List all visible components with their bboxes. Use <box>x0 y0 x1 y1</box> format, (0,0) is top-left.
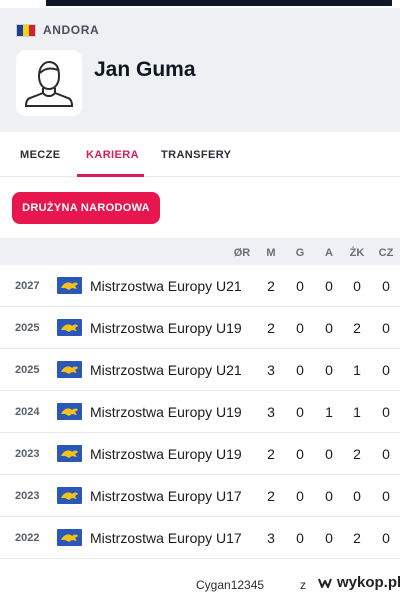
stat-red-cards: 0 <box>382 446 390 462</box>
season-year: 2025 <box>15 322 40 334</box>
stat-goals: 0 <box>296 446 304 462</box>
table-row[interactable]: 2025 Mistrzostwa Europy U21 3 0 0 1 0 <box>0 349 400 391</box>
competition-name[interactable]: Mistrzostwa Europy U17 <box>90 530 244 546</box>
career-table-header: ØR M G A ŻK CZ <box>0 238 400 265</box>
stat-goals: 0 <box>296 404 304 420</box>
player-name: Jan Guma <box>94 58 196 81</box>
stat-matches: 2 <box>267 320 275 336</box>
table-row[interactable]: 2022 Mistrzostwa Europy U17 3 0 0 2 0 <box>0 517 400 559</box>
table-row[interactable]: 2027 Mistrzostwa Europy U21 2 0 0 0 0 <box>0 265 400 307</box>
euro-competition-logo-icon <box>57 403 82 420</box>
euro-competition-logo-icon <box>57 487 82 504</box>
stat-goals: 0 <box>296 488 304 504</box>
andorra-flag-icon <box>16 23 36 37</box>
top-bar <box>0 0 400 8</box>
header-matches[interactable]: M <box>261 247 281 259</box>
stat-red-cards: 0 <box>382 404 390 420</box>
stat-yellow-cards: 2 <box>353 530 361 546</box>
stat-matches: 2 <box>267 446 275 462</box>
season-year: 2023 <box>15 448 40 460</box>
header-yellow-cards[interactable]: ŻK <box>347 247 367 259</box>
stat-assists: 0 <box>325 320 333 336</box>
stat-yellow-cards: 2 <box>353 320 361 336</box>
stat-red-cards: 0 <box>382 278 390 294</box>
competition-name[interactable]: Mistrzostwa Europy U19 <box>90 320 244 336</box>
competition-name[interactable]: Mistrzostwa Europy U19 <box>90 446 244 462</box>
stat-goals: 0 <box>296 320 304 336</box>
header-goals[interactable]: G <box>290 247 310 259</box>
wykop-logo-icon <box>318 578 332 588</box>
stat-matches: 2 <box>267 278 275 294</box>
stat-assists: 0 <box>325 362 333 378</box>
euro-competition-logo-icon <box>57 529 82 546</box>
table-row[interactable]: 2024 Mistrzostwa Europy U19 3 0 1 1 0 <box>0 391 400 433</box>
stat-goals: 0 <box>296 362 304 378</box>
national-team-filter-button[interactable]: DRUŻYNA NARODOWA <box>12 192 160 224</box>
stat-matches: 3 <box>267 362 275 378</box>
watermark-username: Cygan12345 <box>196 578 265 592</box>
stat-assists: 1 <box>325 404 333 420</box>
header-assists[interactable]: A <box>319 247 339 259</box>
stat-assists: 0 <box>325 488 333 504</box>
header-red-cards[interactable]: CZ <box>376 247 396 259</box>
stat-yellow-cards: 1 <box>353 404 361 420</box>
avatar <box>16 50 82 116</box>
player-header: ANDORA Jan Guma <box>0 8 400 132</box>
stat-red-cards: 0 <box>382 320 390 336</box>
watermark-footer: Cygan12345 z wykop.pl <box>0 568 400 596</box>
header-rating[interactable]: ØR <box>232 247 252 259</box>
table-row[interactable]: 2025 Mistrzostwa Europy U19 2 0 0 2 0 <box>0 307 400 349</box>
stat-goals: 0 <box>296 530 304 546</box>
country-link[interactable]: ANDORA <box>16 22 99 38</box>
country-name: ANDORA <box>43 23 100 37</box>
watermark-separator: z <box>300 578 306 592</box>
stat-matches: 2 <box>267 488 275 504</box>
tab-transfery[interactable]: TRANSFERY <box>161 149 231 161</box>
stat-yellow-cards: 0 <box>353 488 361 504</box>
stat-red-cards: 0 <box>382 530 390 546</box>
season-year: 2027 <box>15 280 40 292</box>
person-placeholder-icon <box>24 60 74 107</box>
stat-assists: 0 <box>325 278 333 294</box>
stat-matches: 3 <box>267 530 275 546</box>
euro-competition-logo-icon <box>57 277 82 294</box>
stat-red-cards: 0 <box>382 362 390 378</box>
euro-competition-logo-icon <box>57 445 82 462</box>
competition-name[interactable]: Mistrzostwa Europy U21 <box>90 278 244 294</box>
stat-yellow-cards: 0 <box>353 278 361 294</box>
competition-name[interactable]: Mistrzostwa Europy U21 <box>90 362 244 378</box>
wykop-logo-text: wykop.pl <box>337 574 400 591</box>
stat-matches: 3 <box>267 404 275 420</box>
tab-mecze[interactable]: MECZE <box>20 149 61 161</box>
stat-yellow-cards: 2 <box>353 446 361 462</box>
competition-name[interactable]: Mistrzostwa Europy U17 <box>90 488 244 504</box>
tab-bar: MECZE KARIERA TRANSFERY <box>0 132 400 177</box>
competition-name[interactable]: Mistrzostwa Europy U19 <box>90 404 244 420</box>
stat-red-cards: 0 <box>382 488 390 504</box>
stat-assists: 0 <box>325 530 333 546</box>
browser-bar-fragment <box>46 0 392 6</box>
season-year: 2024 <box>15 406 40 418</box>
table-row[interactable]: 2023 Mistrzostwa Europy U19 2 0 0 2 0 <box>0 433 400 475</box>
season-year: 2023 <box>15 490 40 502</box>
wykop-logo: wykop.pl <box>317 574 400 591</box>
stat-yellow-cards: 1 <box>353 362 361 378</box>
season-year: 2022 <box>15 532 40 544</box>
season-year: 2025 <box>15 364 40 376</box>
stat-goals: 0 <box>296 278 304 294</box>
tab-kariera[interactable]: KARIERA <box>86 149 139 161</box>
stat-assists: 0 <box>325 446 333 462</box>
active-tab-indicator <box>77 174 144 177</box>
euro-competition-logo-icon <box>57 361 82 378</box>
table-row[interactable]: 2023 Mistrzostwa Europy U17 2 0 0 0 0 <box>0 475 400 517</box>
euro-competition-logo-icon <box>57 319 82 336</box>
